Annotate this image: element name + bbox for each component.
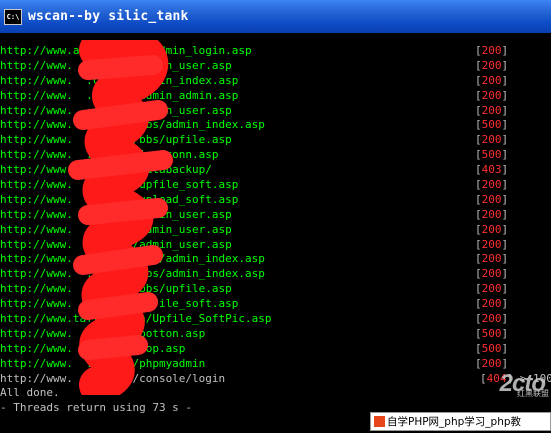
http-status: [403]	[475, 163, 509, 177]
scanned-url: http://www. .com.cn/bbs/admin_index.asp	[0, 252, 265, 266]
http-status: [500]	[475, 118, 509, 132]
scanned-url: http://www. .com.cn/top.asp	[0, 341, 186, 355]
http-status: [200]	[475, 192, 509, 206]
http-status: [500]	[475, 326, 509, 340]
status-code: 200	[481, 44, 502, 57]
http-status: [200]	[475, 58, 509, 72]
status-code: 200	[481, 58, 502, 72]
http-status: [200]	[475, 207, 509, 221]
scanned-url: http://www. .com.cn/phpmyadmin	[0, 356, 206, 370]
http-status: [200]	[475, 103, 509, 117]
console-line: http://www. .com.cn/upload_soft.asp [200]	[0, 193, 551, 208]
http-status: [500]	[475, 341, 509, 355]
http-status: [200]	[475, 267, 509, 281]
scanned-url: http://www. .com.cn/admin_user.asp	[0, 237, 232, 251]
watermark-bar: 自学PHP网_php学习_php教	[370, 412, 551, 431]
console-line: http://www. .com.cn/top.asp [500]	[0, 342, 551, 357]
status-code: 200	[481, 133, 502, 147]
scanned-url: http://www. .com.cn/bbs/upfile.asp	[0, 133, 232, 147]
http-status: [200]	[475, 282, 509, 296]
console-line: http://www. .com.cn/bbs/admin_index.asp […	[0, 118, 551, 133]
status-code: 403	[481, 163, 502, 177]
status-code: 200	[481, 88, 502, 102]
http-status: [200]	[475, 44, 509, 57]
console-line: http://www. .com.cn/bbs/admin_index.asp […	[0, 267, 551, 282]
http-status: [200]	[475, 252, 509, 266]
console-line: http://www. .com.cn/botton.asp [500]	[0, 327, 551, 342]
status-code: 200	[481, 282, 502, 296]
status-code: 200	[481, 312, 502, 326]
status-code: 200	[481, 222, 502, 236]
scanned-url: http://www. .com.cn/bbs/upfile.asp	[0, 282, 232, 296]
http-status: [200]	[475, 88, 509, 102]
console-line: http://www. .com.cn/admin_user.asp [200]	[0, 208, 551, 223]
scanned-url: http://www. .com.cn/admin_user.asp	[0, 222, 232, 236]
status-code: 200	[481, 192, 502, 206]
watermark-subtitle: 红黑联盟	[517, 389, 549, 398]
status-code: 500	[481, 148, 502, 162]
status-code: 200	[481, 178, 502, 192]
scanned-url: http://www. .com.cn/bbs/admin_index.asp	[0, 267, 265, 281]
console-line: http://www. .com.cn/admin_index.asp [200]	[0, 74, 551, 89]
http-status: [200]	[475, 312, 509, 326]
console-line: http://www. .com.cn/admin_user.asp [200]	[0, 59, 551, 74]
status-code: 200	[481, 252, 502, 266]
http-status: [200]	[475, 133, 509, 147]
status-code: 200	[481, 73, 502, 87]
console-line: http://www. .com.cn/bbs/upfile.asp [200]	[0, 133, 551, 148]
status-code: 500	[481, 118, 502, 132]
window-titlebar[interactable]: C:\ wscan--by silic_tank	[0, 0, 551, 33]
scanned-url: http://www.a 7.com.cn/admin_login.asp	[0, 44, 252, 57]
console-line: http://www.tafl.com.cn/Upfile_SoftPic.as…	[0, 312, 551, 327]
console-line: http://www. .com.cn/admin_admin.asp [200]	[0, 89, 551, 104]
scanned-url: http://www. .com.cn/upfile_soft.asp	[0, 178, 239, 192]
http-status: [500]	[475, 148, 509, 162]
scanned-url: http://www. .com.cn/upload_soft.asp	[0, 192, 239, 206]
status-code: 200	[481, 103, 502, 117]
scanned-url: http://www. .com.cn/admin_index.asp	[0, 73, 239, 87]
console-line: http://www. .com.cn/databackup/ [403]	[0, 163, 551, 178]
http-status: [200]	[475, 237, 509, 251]
scanned-url: http://www. .com.cn/admin_admin.asp	[0, 88, 239, 102]
http-status: [200]	[475, 222, 509, 236]
http-status: [200]	[475, 73, 509, 87]
console-line: http://www. .com.cn/admin_user.asp [200]	[0, 104, 551, 119]
console-line: http://www. .com.cn/upfile_soft.asp [200]	[0, 297, 551, 312]
console-line: http://www. .com.cn/admin_user.asp [200]	[0, 238, 551, 253]
status-code: 500	[481, 341, 502, 355]
console-line: http://www.a 7.com.cn/admin_login.asp [20…	[0, 44, 551, 59]
scanned-url: http://www. .com.cn/admin_user.asp	[0, 207, 232, 221]
scanned-url: http://www. .com.cn/inc/conn.asp	[0, 148, 219, 162]
watermark-badge-icon	[374, 416, 385, 427]
console-line: http://www. .com.cn/admin_user.asp [200]	[0, 223, 551, 238]
console-app-icon[interactable]: C:\	[4, 8, 22, 25]
status-code: 200	[481, 297, 502, 311]
status-code: 200	[481, 207, 502, 221]
scanned-url: http://www. .com.cn/admin_user.asp	[0, 58, 232, 72]
scanned-url: http://www. .com.cn/databackup/	[0, 163, 212, 177]
http-status: [200]	[475, 297, 509, 311]
console-line: http://www. .com.cn/upfile_soft.asp [200]	[0, 178, 551, 193]
status-code: 500	[481, 326, 502, 340]
scanned-url: http://www. .com.cn/admin_user.asp	[0, 103, 232, 117]
scanned-url: http://www.tafl.com.cn/Upfile_SoftPic.as…	[0, 312, 272, 326]
scanned-url-last: http://www. .com.cn/console/login	[0, 371, 226, 385]
scanned-url: http://www. .com.cn/bbs/admin_index.asp	[0, 118, 265, 132]
status-code: 200	[481, 237, 502, 251]
window-title: wscan--by silic_tank	[28, 9, 189, 24]
scanned-url: http://www. .com.cn/botton.asp	[0, 326, 206, 340]
http-status: [200]	[475, 178, 509, 192]
status-code: 200	[481, 267, 502, 281]
console-line: http://www. .com.cn/bbs/admin_index.asp […	[0, 252, 551, 267]
console-line: http://www. .com.cn/inc/conn.asp [500]	[0, 148, 551, 163]
watermark-bar-text: 自学PHP网_php学习_php教	[387, 416, 522, 428]
scanned-url: http://www. .com.cn/upfile_soft.asp	[0, 297, 239, 311]
console-line: http://www. .com.cn/bbs/upfile.asp [200]	[0, 282, 551, 297]
